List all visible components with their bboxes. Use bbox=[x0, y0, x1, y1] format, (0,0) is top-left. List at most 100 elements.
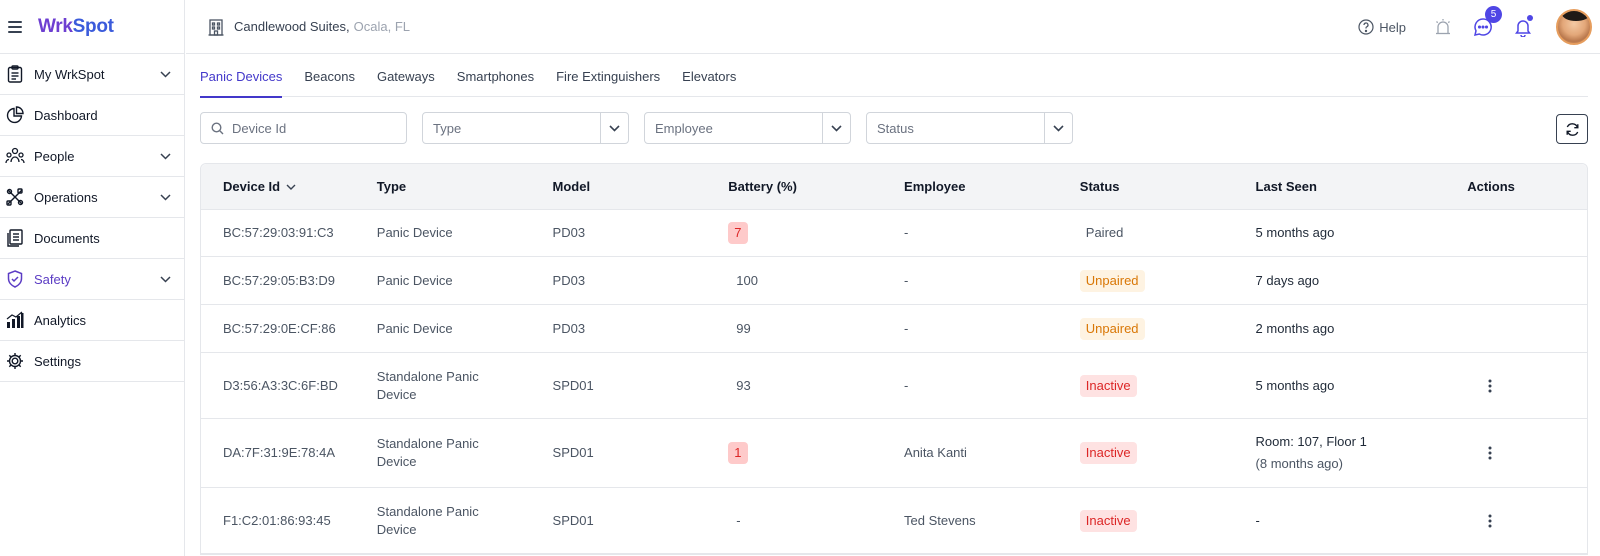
device-id-cell: BC:57:29:0E:CF:86 bbox=[223, 320, 336, 336]
column-header-device-id[interactable]: Device Id bbox=[201, 179, 377, 194]
property-selector[interactable]: Candlewood Suites, Ocala, FL bbox=[208, 18, 410, 36]
status-cell: Unpaired bbox=[1079, 269, 1256, 292]
type-select[interactable]: Type bbox=[422, 112, 629, 144]
status-cell: Inactive bbox=[1079, 509, 1256, 532]
sidebar-item-label: Settings bbox=[34, 353, 81, 369]
sidebar-item-my-wrkspot[interactable]: My WrkSpot bbox=[0, 54, 184, 95]
sidebar-item-safety[interactable]: Safety bbox=[0, 259, 184, 300]
chevron-down-icon[interactable] bbox=[1044, 113, 1072, 143]
last-seen-cell: - bbox=[1256, 512, 1468, 530]
employee-cell: - bbox=[904, 377, 909, 393]
last-seen-cell: 2 months ago bbox=[1256, 320, 1468, 338]
actions-cell bbox=[1467, 512, 1587, 530]
status-badge: Inactive bbox=[1079, 509, 1137, 532]
bell-icon[interactable] bbox=[1512, 15, 1534, 38]
sidebar-item-label: Safety bbox=[34, 271, 71, 287]
last-seen-value: 7 days ago bbox=[1255, 272, 1320, 288]
chat-count-badge: 5 bbox=[1485, 6, 1502, 23]
column-label: Device Id bbox=[223, 179, 281, 194]
hamburger-menu-icon[interactable] bbox=[8, 20, 22, 33]
employee-cell: Anita Kanti bbox=[904, 445, 967, 460]
table-row[interactable]: F1:C2:01:86:93:45 Standalone Panic Device S… bbox=[201, 488, 1587, 554]
chevron-down-icon[interactable] bbox=[158, 190, 172, 204]
sidebar-item-settings[interactable]: Settings bbox=[0, 341, 184, 382]
column-header-actions: Actions bbox=[1467, 179, 1515, 194]
tab-gateways[interactable]: Gateways bbox=[377, 57, 435, 97]
chevron-down-icon[interactable] bbox=[158, 67, 172, 81]
type-cell: Panic Device bbox=[377, 272, 553, 290]
table-row[interactable]: BC:57:29:0E:CF:86 Panic Device PD03 99 - Unpa… bbox=[201, 305, 1587, 353]
column-header-employee: Employee bbox=[904, 179, 966, 194]
sidebar-item-operations[interactable]: Operations bbox=[0, 177, 184, 218]
chat-icon[interactable]: 5 bbox=[1472, 6, 1502, 38]
status-select[interactable]: Status bbox=[866, 112, 1073, 144]
tab-beacons[interactable]: Beacons bbox=[304, 57, 355, 97]
table-row[interactable]: D3:56:A3:3C:6F:BD Standalone Panic Device S… bbox=[201, 353, 1587, 419]
sidebar-item-label: Documents bbox=[34, 230, 100, 246]
avatar[interactable] bbox=[1556, 9, 1592, 45]
type-line: Panic Device bbox=[376, 225, 453, 240]
tab-fire-extinguishers[interactable]: Fire Extinguishers bbox=[556, 57, 660, 97]
last-seen-cell: 5 months ago bbox=[1256, 224, 1468, 242]
last-seen-cell: Room: 107, Floor 1 (8 months ago) bbox=[1256, 433, 1468, 473]
search-input[interactable] bbox=[232, 120, 392, 136]
type-line: Panic Device bbox=[376, 320, 453, 336]
last-seen-cell: 7 days ago bbox=[1256, 272, 1468, 290]
sidebar-item-label: Analytics bbox=[34, 312, 87, 328]
battery-value: 7 bbox=[728, 222, 748, 244]
last-seen-value: - bbox=[1255, 512, 1260, 528]
table-row[interactable]: BC:57:29:03:91:C3 Panic Device PD03 7 - Paire… bbox=[201, 210, 1587, 257]
status-select-value: Status bbox=[877, 120, 914, 136]
battery-value: 93 bbox=[736, 377, 751, 393]
type-select-value: Type bbox=[433, 120, 462, 136]
device-id-search[interactable] bbox=[200, 112, 407, 144]
table-row[interactable]: DA:7F:31:9E:78:4A Standalone Panic Device S… bbox=[201, 419, 1587, 488]
tab-panic-devices[interactable]: Panic Devices bbox=[200, 57, 283, 98]
table-header: Device Id Type Model Battery (%) Employe… bbox=[201, 164, 1587, 210]
device-id-cell: BC:57:29:03:91:C3 bbox=[223, 225, 334, 240]
employee-cell: - bbox=[904, 320, 909, 336]
more-actions-icon[interactable] bbox=[1481, 512, 1499, 530]
help-button[interactable]: Help bbox=[1358, 19, 1406, 35]
chevron-down-icon[interactable] bbox=[158, 272, 172, 286]
sort-chevron-icon[interactable] bbox=[286, 184, 296, 190]
tab-smartphones[interactable]: Smartphones bbox=[457, 57, 534, 97]
battery-value: 100 bbox=[736, 272, 758, 288]
chevron-down-icon[interactable] bbox=[822, 113, 850, 143]
employee-select-value: Employee bbox=[655, 120, 713, 136]
employee-select[interactable]: Employee bbox=[644, 112, 851, 144]
table-body: BC:57:29:03:91:C3 Panic Device PD03 7 - Paire… bbox=[201, 210, 1587, 554]
wrkspot-logo[interactable]: WrkSpot bbox=[38, 16, 114, 38]
sidebar-item-documents[interactable]: Documents bbox=[0, 218, 184, 259]
sidebar-item-people[interactable]: People bbox=[0, 136, 184, 177]
help-circle-icon bbox=[1358, 19, 1374, 35]
battery-value: 1 bbox=[728, 442, 748, 464]
sidebar-item-analytics[interactable]: Analytics bbox=[0, 300, 184, 341]
type-line: Device bbox=[376, 454, 417, 469]
brand-bar: WrkSpot bbox=[0, 0, 184, 54]
actions-cell bbox=[1467, 444, 1587, 462]
search-icon bbox=[211, 121, 224, 135]
model-cell: SPD01 bbox=[552, 445, 594, 460]
type-cell: Standalone Panic Device bbox=[377, 368, 553, 404]
status-cell: Unpaired bbox=[1079, 317, 1256, 340]
tab-elevators[interactable]: Elevators bbox=[682, 57, 736, 97]
type-cell: Standalone Panic Device bbox=[377, 435, 553, 471]
type-cell: Panic Device bbox=[377, 224, 553, 242]
sidebar-item-label: My WrkSpot bbox=[34, 66, 105, 82]
refresh-button[interactable] bbox=[1556, 114, 1588, 144]
table-row[interactable]: BC:57:29:05:B3:D9 Panic Device PD03 100 - Unp… bbox=[201, 257, 1587, 305]
more-actions-icon[interactable] bbox=[1481, 377, 1499, 395]
clipboard-icon bbox=[5, 64, 25, 84]
more-actions-icon[interactable] bbox=[1481, 444, 1499, 462]
chevron-down-icon[interactable] bbox=[158, 149, 172, 163]
chevron-down-icon[interactable] bbox=[600, 113, 628, 143]
employee-cell: - bbox=[904, 225, 909, 240]
sidebar-item-label: People bbox=[34, 148, 75, 164]
alarm-icon[interactable] bbox=[1432, 16, 1454, 38]
sidebar-item-dashboard[interactable]: Dashboard bbox=[0, 95, 184, 136]
pie-chart-icon bbox=[5, 105, 25, 125]
help-label: Help bbox=[1379, 19, 1406, 35]
last-seen-cell: 5 months ago bbox=[1256, 377, 1468, 395]
header-actions: Help 5 bbox=[1358, 0, 1592, 54]
